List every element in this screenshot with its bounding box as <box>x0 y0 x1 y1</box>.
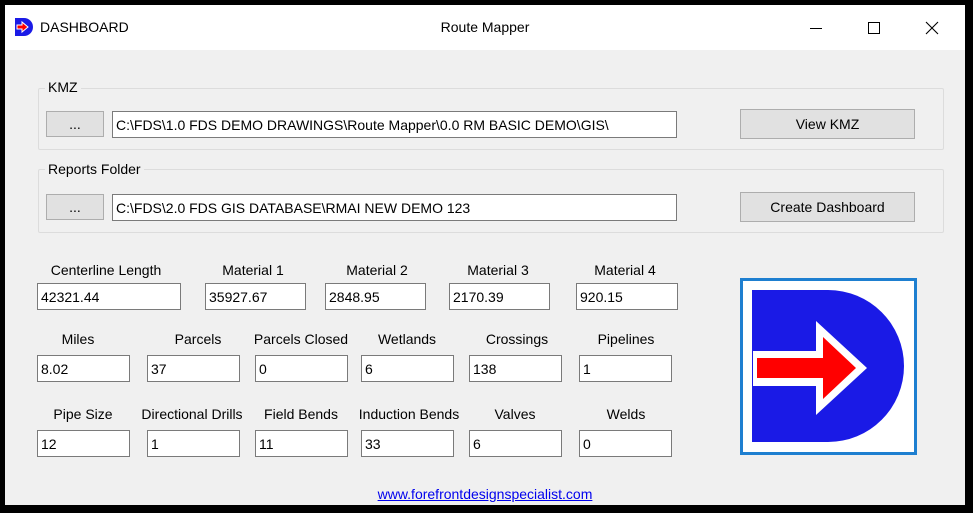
valves-field[interactable] <box>469 430 562 457</box>
welds-field[interactable] <box>579 430 672 457</box>
kmz-path-field[interactable] <box>112 111 677 138</box>
reports-folder-path-field[interactable] <box>112 194 677 221</box>
material-4-label: Material 4 <box>594 262 656 278</box>
title-bar[interactable]: DASHBOARD Route Mapper <box>5 5 965 50</box>
valves-label: Valves <box>494 406 536 422</box>
reports-browse-button[interactable]: ... <box>46 194 104 220</box>
fds-logo-icon <box>752 290 904 442</box>
wetlands-label: Wetlands <box>377 331 437 347</box>
reports-folder-group-label: Reports Folder <box>45 161 144 177</box>
material-4-field[interactable] <box>576 283 678 310</box>
crossings-field[interactable] <box>469 355 562 382</box>
directional-drills-label: Directional Drills <box>141 406 243 422</box>
centerline-length-label: Centerline Length <box>50 262 162 278</box>
miles-field[interactable] <box>37 355 130 382</box>
minimize-icon <box>810 27 822 29</box>
close-button[interactable] <box>909 5 955 50</box>
parcels-label: Parcels <box>174 331 222 347</box>
maximize-icon <box>868 21 880 34</box>
kmz-group-label: KMZ <box>45 79 81 95</box>
view-kmz-button[interactable]: View KMZ <box>740 109 915 139</box>
pipe-size-label: Pipe Size <box>53 406 113 422</box>
centerline-length-field[interactable] <box>37 283 181 310</box>
miles-label: Miles <box>61 331 95 347</box>
close-icon <box>925 21 939 34</box>
company-logo <box>740 278 917 455</box>
parcels-field[interactable] <box>147 355 240 382</box>
maximize-button[interactable] <box>851 5 897 50</box>
material-2-label: Material 2 <box>346 262 408 278</box>
induction-bends-field[interactable] <box>361 430 454 457</box>
field-bends-label: Field Bends <box>264 406 338 422</box>
parcels-closed-label: Parcels Closed <box>253 331 349 347</box>
material-1-label: Material 1 <box>222 262 284 278</box>
material-2-field[interactable] <box>325 283 426 310</box>
material-3-label: Material 3 <box>467 262 529 278</box>
pipelines-label: Pipelines <box>597 331 655 347</box>
material-1-field[interactable] <box>205 283 306 310</box>
pipelines-field[interactable] <box>579 355 672 382</box>
kmz-browse-button[interactable]: ... <box>46 111 104 137</box>
pipe-size-field[interactable] <box>37 430 130 457</box>
material-3-field[interactable] <box>449 283 550 310</box>
minimize-button[interactable] <box>793 5 839 50</box>
directional-drills-field[interactable] <box>147 430 240 457</box>
welds-label: Welds <box>606 406 646 422</box>
parcels-closed-field[interactable] <box>255 355 348 382</box>
wetlands-field[interactable] <box>361 355 454 382</box>
route-mapper-window: DASHBOARD Route Mapper KMZ ... View KMZ … <box>5 5 965 505</box>
create-dashboard-button[interactable]: Create Dashboard <box>740 192 915 222</box>
website-link[interactable]: www.forefrontdesignspecialist.com <box>5 486 965 502</box>
field-bends-field[interactable] <box>255 430 348 457</box>
induction-bends-label: Induction Bends <box>358 406 460 422</box>
crossings-label: Crossings <box>485 331 549 347</box>
